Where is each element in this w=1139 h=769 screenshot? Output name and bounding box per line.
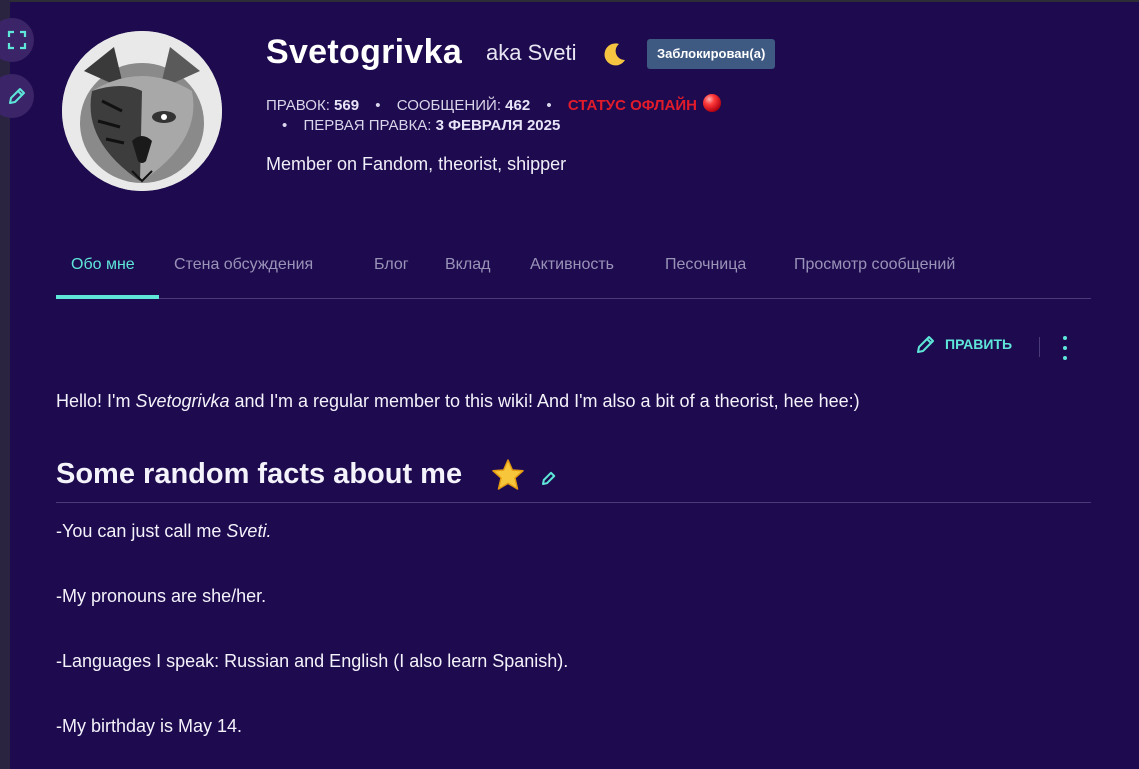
intro-username: Svetogrivka [135, 391, 230, 411]
fact-emphasis: Sveti. [226, 521, 272, 541]
profile-tabs: Обо мне Стена обсуждения Блог Вклад Акти… [56, 242, 1091, 299]
edit-button-label: ПРАВИТЬ [945, 336, 1013, 352]
edits-count[interactable]: 569 [334, 97, 359, 114]
pencil-icon [9, 88, 25, 104]
separator-dot: • [375, 97, 381, 114]
toolbar-divider [1039, 337, 1040, 357]
edits-label: ПРАВОК: [266, 97, 330, 114]
tab-view-messages[interactable]: Просмотр сообщений [794, 256, 955, 274]
tab-contributions[interactable]: Вклад [445, 256, 490, 274]
pencil-icon [917, 336, 934, 353]
red-ball-icon [702, 94, 721, 112]
separator-dot: • [546, 97, 552, 114]
user-alias: aka Sveti [486, 40, 577, 65]
blocked-status-badge: Заблокирован(а) [647, 39, 776, 69]
more-options-button[interactable] [1057, 336, 1073, 360]
tab-blog[interactable]: Блог [374, 256, 409, 274]
section-title: Some random facts about me [56, 458, 463, 490]
first-edit-date: 3 ФЕВРАЛЯ 2025 [435, 117, 561, 134]
profile-stats: ПРАВОК: 569 • СООБЩЕНИЙ: 462 • СТАТУС ОФ… [266, 94, 721, 117]
tab-about[interactable]: Обо мне [71, 256, 135, 274]
posts-label: СООБЩЕНИЙ: [396, 97, 501, 114]
first-edit-row: • ПЕРВАЯ ПРАВКА: 3 ФЕВРАЛЯ 2025 [282, 115, 560, 137]
intro-paragraph: Hello! I'm Svetogrivka and I'm a regular… [56, 391, 860, 412]
tab-activity[interactable]: Активность [530, 256, 614, 274]
edit-button[interactable]: ПРАВИТЬ [915, 333, 1012, 355]
tab-message-wall[interactable]: Стена обсуждения [174, 256, 313, 274]
intro-text-start: Hello! I'm [56, 391, 136, 411]
first-edit-label: ПЕРВАЯ ПРАВКА: [303, 117, 432, 134]
kebab-dot [1063, 346, 1067, 350]
window-top-border [0, 0, 1139, 2]
section-edit-pencil-icon[interactable] [540, 469, 558, 492]
avatar-image [62, 31, 222, 191]
fact-text: -My pronouns are she/her. [56, 586, 267, 606]
fact-text: -My birthday is May 14. [56, 716, 243, 736]
section-heading: Some random facts about me [56, 456, 1091, 503]
kebab-menu-icon [1063, 336, 1067, 340]
star-icon [491, 458, 525, 497]
avatar[interactable] [62, 31, 222, 191]
user-bio: Member on Fandom, theorist, shipper [266, 154, 567, 174]
fact-item: -My birthday is May 14. [56, 716, 242, 737]
kebab-dot [1063, 356, 1067, 360]
online-status: СТАТУС ОФЛАЙН [567, 97, 697, 114]
fullscreen-button[interactable] [0, 18, 34, 62]
edit-tool-button[interactable] [0, 74, 34, 118]
fact-text: -You can just call me [56, 521, 227, 541]
fullscreen-icon [7, 30, 27, 50]
intro-text-end: and I'm a regular member to this wiki! A… [229, 391, 860, 411]
active-tab-indicator [56, 295, 159, 299]
posts-count[interactable]: 462 [505, 97, 530, 114]
fact-item: -You can just call me Sveti. [56, 521, 271, 542]
fact-text: -Languages I speak: Russian and English … [56, 651, 569, 671]
separator-dot: • [282, 117, 288, 134]
fact-item: -Languages I speak: Russian and English … [56, 651, 568, 672]
crescent-moon-icon [602, 41, 628, 72]
tab-sandbox[interactable]: Песочница [665, 256, 746, 274]
username: Svetogrivka [266, 33, 463, 71]
fact-item: -My pronouns are she/her. [56, 586, 266, 607]
